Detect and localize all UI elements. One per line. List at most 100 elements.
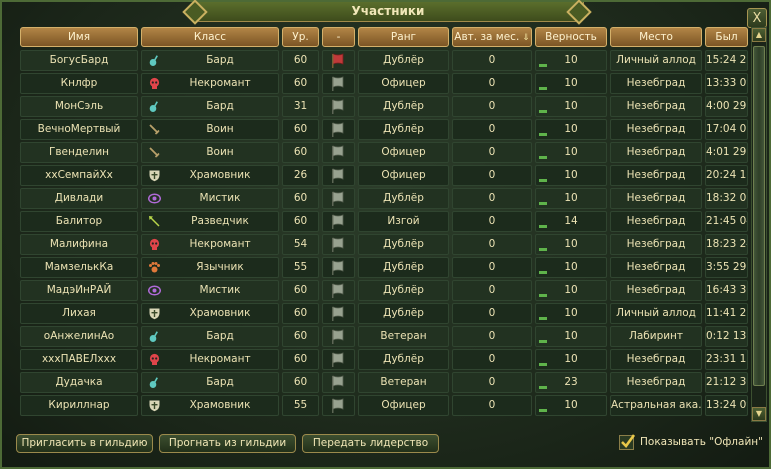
member-last-seen: 13:24 09.11 (705, 395, 748, 416)
member-rank: Дублёр (358, 280, 449, 301)
column-header-label: Класс (193, 31, 227, 43)
member-rank-icon-cell (322, 142, 355, 163)
column-header-level[interactable]: Ур. (282, 27, 319, 47)
column-header-class[interactable]: Класс (141, 27, 279, 47)
transfer-leadership-button[interactable]: Передать лидерство (302, 434, 439, 453)
member-class: Бард (141, 50, 279, 71)
column-header-loyalty[interactable]: Верность (535, 27, 607, 47)
banner-icon (331, 352, 345, 368)
member-location: Личный аллод (610, 50, 702, 71)
member-class: Храмовник (141, 165, 279, 186)
table-row[interactable]: Дивлади Мистик 60 Дублёр 0 10 Незебград 18:32 0… (20, 188, 748, 209)
skull-icon (148, 238, 161, 251)
loyalty-progress-bar (539, 340, 547, 343)
column-header-rank[interactable]: Ранг (358, 27, 449, 47)
loyalty-progress-bar (539, 317, 547, 320)
member-location: Незебград (610, 96, 702, 117)
table-row[interactable]: Кнлфр Некромант 60 Офицер 0 10 Незебград 13:33 … (20, 73, 748, 94)
column-header-last_seen[interactable]: Был (705, 27, 748, 47)
member-level: 60 (282, 119, 319, 140)
member-loyalty: 10 (535, 96, 607, 117)
member-level: 60 (282, 326, 319, 347)
column-header-label: - (336, 31, 341, 43)
show-offline-checkbox[interactable] (619, 434, 635, 450)
banner-icon (331, 398, 345, 414)
table-row[interactable]: Малифина Некромант 54 Дублёр 0 10 Незебград 18:… (20, 234, 748, 255)
table-row[interactable]: МамзелькКа Язычник 55 Дублёр 0 10 Незебград 3:5… (20, 257, 748, 278)
member-name: МадэИнРАЙ (20, 280, 138, 301)
member-rank: Офицер (358, 142, 449, 163)
table-row[interactable]: МонСэль Бард 31 Дублёр010Незебград4:00 29..… (20, 96, 748, 117)
member-location: Незебград (610, 142, 702, 163)
member-level: 54 (282, 234, 319, 255)
arrow-icon (148, 215, 161, 228)
table-row[interactable]: оАнжелинАо Бард 60 Ветеран 0 10 Лабиринт 0:12 1… (20, 326, 748, 347)
kick-from-guild-button[interactable]: Прогнать из гильдии (159, 434, 296, 453)
table-row[interactable]: Гвенделин Воин 60 Офицер 0 10 Незебград 4:01 29… (20, 142, 748, 163)
column-header-label: Авт. за мес. (454, 31, 520, 43)
class-name: Бард (206, 54, 234, 66)
member-level: 55 (282, 395, 319, 416)
member-rank-icon-cell (322, 349, 355, 370)
table-row[interactable]: Балитор Разведчик 60 Изгой 0 14 Незебград 21:45… (20, 211, 748, 232)
member-location: Незебград (610, 234, 702, 255)
lute-icon (148, 330, 161, 343)
class-name: Воин (206, 123, 234, 135)
member-level: 60 (282, 188, 319, 209)
member-loyalty: 10 (535, 119, 607, 140)
sword-icon (148, 123, 161, 136)
member-level: 60 (282, 50, 319, 71)
member-loyalty: 10 (535, 234, 607, 255)
member-name: ххСемпайХх (20, 165, 138, 186)
member-auth-month: 0 (452, 119, 532, 140)
table-row[interactable]: БогусБард Бард 60 Дублёр 0 10 Личный аллод 15:2… (20, 50, 748, 71)
member-last-seen: 13:33 09... (705, 73, 748, 94)
member-location: Незебград (610, 372, 702, 393)
close-button[interactable]: X (747, 8, 767, 28)
member-rank-icon-cell (322, 188, 355, 209)
member-class: Некромант (141, 234, 279, 255)
column-header-name[interactable]: Имя (20, 27, 138, 47)
member-last-seen: 17:04 06... (705, 119, 748, 140)
member-name: Гвенделин (20, 142, 138, 163)
scroll-up-button[interactable]: ▲ (752, 28, 766, 42)
banner-icon (331, 283, 345, 299)
member-rank: Дублёр (358, 50, 449, 71)
member-name: БогусБард (20, 50, 138, 71)
scroll-down-button[interactable]: ▼ (752, 407, 766, 421)
member-auth-month: 0 (452, 50, 532, 71)
lute-icon (148, 100, 161, 113)
member-last-seen: 4:00 29... (705, 96, 748, 117)
member-level: 60 (282, 303, 319, 324)
banner-icon (331, 306, 345, 322)
table-row[interactable]: Лихая Храмовник 60 Дублёр 0 10 Личный аллод 11:… (20, 303, 748, 324)
column-header-auth[interactable]: Авт. за мес. ⇓ (452, 27, 532, 47)
table-row[interactable]: Кириллнар Храмовник 55 Офицер 0 10 Астральная … (20, 395, 748, 416)
table-row[interactable]: ВечноМертвый Воин 60 Дублёр 0 10 Незебград 17:0… (20, 119, 748, 140)
table-row[interactable]: хххПАВЕЛххх Некромант 60 Дублёр 0 10 Незебград… (20, 349, 748, 370)
class-name: Некромант (189, 353, 251, 365)
member-location: Астральная ака... (610, 395, 702, 416)
column-header-location[interactable]: Место (610, 27, 702, 47)
column-header-icon[interactable]: - (322, 27, 355, 47)
invite-to-guild-button[interactable]: Пригласить в гильдию (16, 434, 153, 453)
member-loyalty: 10 (535, 165, 607, 186)
member-rank: Дублёр (358, 234, 449, 255)
scrollbar-thumb[interactable] (753, 46, 765, 386)
member-rank-icon-cell (322, 165, 355, 186)
table-row[interactable]: Дудачка Бард 60 Ветеран023Незебград21:12 30… (20, 372, 748, 393)
members-table: Имя Класс Ур. - Ранг Авт. за мес. ⇓ Верность Ме… (20, 27, 748, 422)
member-level: 55 (282, 257, 319, 278)
table-row[interactable]: ххСемпайХх Храмовник 26 Офицер 0 10 Незебград 2… (20, 165, 748, 186)
class-name: Бард (206, 330, 234, 342)
loyalty-progress-bar (539, 87, 547, 90)
member-location: Незебград (610, 257, 702, 278)
table-row[interactable]: МадэИнРАЙ Мистик 60 Дублёр 0 10 Незебград 16:43… (20, 280, 748, 301)
class-name: Воин (206, 146, 234, 158)
eye-icon (148, 192, 161, 205)
paw-icon (148, 261, 161, 274)
member-class: Некромант (141, 73, 279, 94)
loyalty-progress-bar (539, 271, 547, 274)
class-name: Храмовник (189, 169, 251, 181)
member-last-seen: 21:45 04... (705, 211, 748, 232)
